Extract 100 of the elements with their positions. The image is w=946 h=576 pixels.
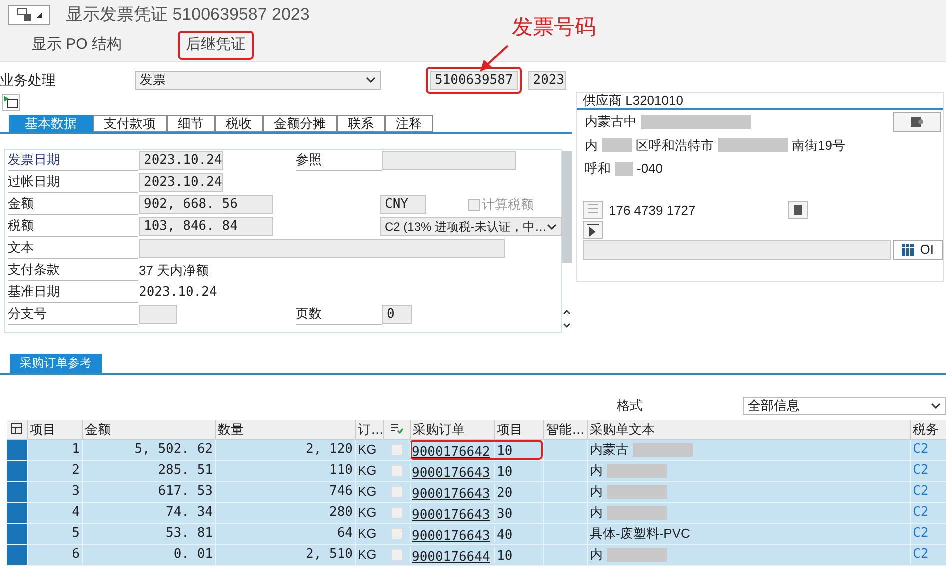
po-link[interactable]: 9000176643 <box>412 508 490 522</box>
input-field[interactable] <box>382 151 516 170</box>
phone-number: 176 4739 1727 <box>609 202 696 220</box>
field-label: 分支号 <box>8 304 138 325</box>
tab[interactable]: 采购订单参考 <box>10 354 102 372</box>
header-toggle-icon[interactable] <box>2 94 20 111</box>
table-cell: C2 <box>910 502 942 522</box>
table-cell: 2, 120 <box>215 440 355 460</box>
tab[interactable]: 支付款项 <box>93 115 167 132</box>
row-selector[interactable] <box>7 544 27 564</box>
field-label: 业务处理 <box>0 70 57 90</box>
transaction-select[interactable]: 发票 <box>135 70 381 90</box>
field-label: 基准日期 <box>8 282 138 303</box>
redaction-mark <box>602 138 632 152</box>
table-cell: 5 <box>27 524 82 544</box>
year-field[interactable]: 2023 <box>528 70 566 90</box>
field-value: 2023.10.24 <box>139 285 218 300</box>
tab[interactable]: 税收 <box>215 115 263 132</box>
table-cell: 280 <box>215 502 355 522</box>
tab[interactable]: 细节 <box>167 115 215 132</box>
table-cell: KG <box>355 544 383 564</box>
layout-select[interactable]: 全部信息 <box>743 396 946 414</box>
po-link[interactable]: 9000176643 <box>412 528 490 544</box>
table-cell: KG <box>355 460 383 480</box>
po-link[interactable]: 9000176644 <box>412 550 490 564</box>
table-icon <box>902 244 914 256</box>
tab[interactable]: 基本数据 <box>9 115 93 132</box>
table-cell: 3 <box>27 482 82 502</box>
row-selector[interactable] <box>7 440 27 460</box>
table-cell: 74. 34 <box>82 502 215 522</box>
input-field[interactable] <box>583 240 892 260</box>
checkbox[interactable] <box>390 444 402 456</box>
column-header[interactable]: 智能… <box>543 420 587 438</box>
column-header[interactable]: 项目 <box>494 420 543 438</box>
checkbox[interactable] <box>390 548 402 560</box>
input-field[interactable]: 103, 846. 84 <box>139 217 273 236</box>
checkbox[interactable] <box>468 198 480 210</box>
po-link[interactable]: 9000176642 <box>412 444 490 460</box>
table-cell: C2 <box>910 440 942 460</box>
column-header[interactable]: 采购单文本 <box>587 420 910 438</box>
window-menu-icon <box>16 8 32 22</box>
field-label: 格式 <box>617 396 644 415</box>
checklist-icon[interactable] <box>390 423 404 435</box>
table-cell: 285. 51 <box>82 460 215 480</box>
table-cell: C2 <box>910 524 942 544</box>
table-cell: 6 <box>27 544 82 564</box>
table-cell-text: 内 <box>590 504 603 522</box>
po-link[interactable]: 9000176643 <box>412 466 490 480</box>
toolbar-button[interactable]: 后继凭证 <box>178 31 254 60</box>
column-header[interactable]: 税务 <box>910 420 942 438</box>
table-cell-text: 内 <box>590 462 603 480</box>
menu-button[interactable] <box>8 5 50 25</box>
column-header[interactable]: 数量 <box>215 420 355 438</box>
tab[interactable]: 金额分摊 <box>263 115 337 132</box>
row-selector[interactable] <box>7 524 27 544</box>
table-cell: KG <box>355 440 383 460</box>
tab[interactable]: 联系 <box>337 115 385 132</box>
table-cell: 53. 81 <box>82 524 215 544</box>
input-field[interactable] <box>139 239 505 258</box>
tax-code-select[interactable]: C2 (13% 进项税-未认证，中… <box>380 217 562 236</box>
tab[interactable]: 注释 <box>385 115 433 132</box>
table-cell-text: 内蒙古 <box>590 440 629 459</box>
fax-icon[interactable] <box>583 221 603 239</box>
table-cell: 110 <box>215 460 355 480</box>
input-field[interactable]: 0 <box>382 305 412 324</box>
select-value: C2 (13% 进项税-未认证，中… <box>385 218 548 236</box>
address-text: 南街19号 <box>792 136 846 154</box>
po-link[interactable]: 9000176643 <box>412 486 490 502</box>
table-cell: 0. 01 <box>82 544 215 564</box>
row-selector[interactable] <box>7 502 27 522</box>
column-header[interactable]: 订… <box>355 420 383 438</box>
column-header[interactable]: 采购订单 <box>410 420 494 438</box>
input-field[interactable]: 2023.10.24 <box>139 173 223 192</box>
toolbar-button[interactable]: 显示 PO 结构 <box>24 31 130 60</box>
field-value: 37 天内净额 <box>139 262 210 278</box>
chevron-down-icon <box>547 224 557 230</box>
table-cell: 746 <box>215 482 355 502</box>
input-field[interactable]: 2023.10.24 <box>139 151 223 170</box>
currency-field[interactable]: CNY <box>380 195 426 214</box>
table-cell: C2 <box>910 460 942 480</box>
table-cell-text: 内 <box>590 546 603 564</box>
clipboard-icon[interactable] <box>788 201 808 220</box>
checkbox[interactable] <box>390 464 402 476</box>
input-field[interactable] <box>139 305 177 324</box>
oi-button[interactable]: OI <box>893 240 943 260</box>
row-selector[interactable] <box>7 482 27 502</box>
checkbox[interactable] <box>390 506 402 518</box>
vendor-button[interactable] <box>893 112 941 132</box>
input-field[interactable]: 902, 668. 56 <box>139 195 273 214</box>
document-number-field[interactable]: 5100639587 <box>430 70 518 90</box>
column-header[interactable]: 金额 <box>82 420 215 438</box>
redaction-mark <box>607 506 667 520</box>
address-text: 内蒙古中 <box>585 113 637 131</box>
select-all-icon[interactable] <box>11 423 23 435</box>
column-header[interactable]: 项目 <box>27 420 82 438</box>
redaction-mark <box>607 484 667 498</box>
checkbox[interactable] <box>390 528 402 540</box>
address-text: -040 <box>637 160 664 178</box>
row-selector[interactable] <box>7 460 27 480</box>
checkbox[interactable] <box>390 486 402 498</box>
